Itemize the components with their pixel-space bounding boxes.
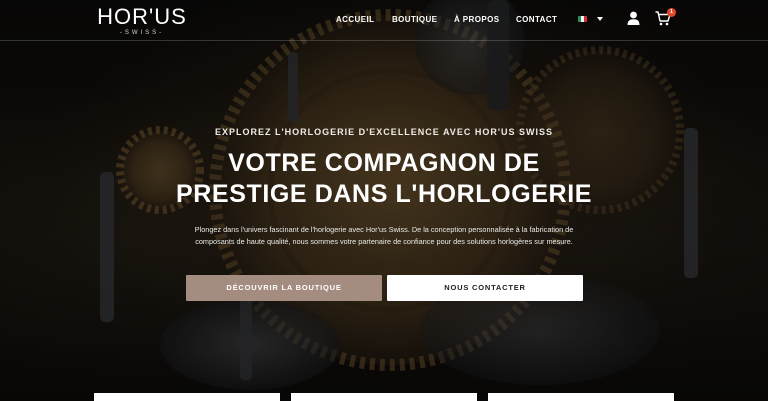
feature-card [488,393,674,401]
nav-item-boutique[interactable]: BOUTIQUE [392,14,437,26]
nav-item-contact[interactable]: CONTACT [516,14,557,26]
hero-headline: VOTRE COMPAGNON DE PRESTIGE DANS L'HORLO… [0,148,768,210]
brand-name: HOR'US [97,4,187,29]
nav-item-accueil[interactable]: ACCUEIL [336,14,374,26]
discover-shop-button[interactable]: DÉCOUVRIR LA BOUTIQUE [186,275,382,301]
hero-headline-line-2: PRESTIGE DANS L'HORLOGERIE [175,180,593,208]
cart-count-badge: 1 [667,8,676,17]
language-selector[interactable] [578,16,603,22]
hero-eyebrow: EXPLOREZ L'HORLOGERIE D'EXCELLENCE AVEC … [215,127,553,137]
chevron-down-icon [597,17,603,21]
italian-flag-icon [578,16,587,22]
brand-logo[interactable]: HOR'US -SWISS- [94,5,190,37]
nav-item-a-propos[interactable]: À PROPOS [454,14,499,26]
hero-headline-line-1: VOTRE COMPAGNON DE [228,149,540,177]
brand-tagline: -SWISS- [119,30,165,36]
site-header: HOR'US -SWISS- ACCUEIL BOUTIQUE À PROPOS… [0,0,768,41]
contact-us-button[interactable]: NOUS CONTACTER [387,275,583,301]
hero-description: Plongez dans l'univers fascinant de l'ho… [194,225,574,246]
feature-card [94,393,280,401]
feature-card [291,393,477,401]
user-account-icon[interactable] [627,11,640,25]
